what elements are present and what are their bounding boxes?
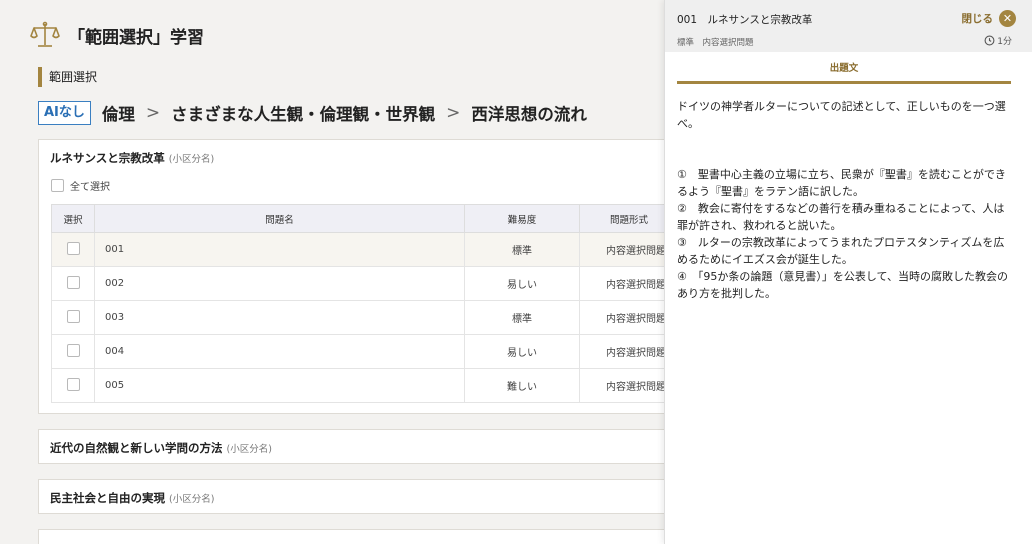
breadcrumb-item-topic: 西洋思想の流れ (471, 105, 587, 124)
question-name: 002 (94, 266, 465, 301)
close-label: 閉じる (961, 13, 994, 25)
select-all-label: 全て選択 (70, 182, 110, 193)
section-card-democracy[interactable]: 民主社会と自由の実現 (小区分名) (38, 479, 678, 514)
question-difficulty: 標準 (464, 232, 580, 267)
clock-icon (984, 35, 995, 46)
section-card-partial[interactable] (38, 529, 678, 544)
column-header-name: 問題名 (94, 204, 465, 233)
table-row[interactable]: 001 標準 内容選択問題 (51, 232, 679, 267)
choice-item: ③ ルターの宗教改革によってうまれたプロテスタンティズムを広めるためにイエズス会… (677, 236, 1005, 266)
time-value: 1分 (997, 37, 1012, 47)
time-estimate: 1分 (984, 34, 1012, 47)
row-checkbox[interactable] (66, 275, 80, 289)
question-difficulty: 難しい (464, 368, 580, 403)
question-name: 004 (94, 334, 465, 369)
choice-item: ④ 「95か条の論題（意見書）」を公表して、当時の腐敗した教会のあり方を批判した… (677, 270, 1008, 300)
ai-badge: AIなし (38, 101, 91, 125)
table-row[interactable]: 002 易しい 内容選択問題 (51, 266, 679, 301)
section-subtitle: (小区分名) (169, 494, 215, 505)
question-table: 選択 問題名 難易度 問題形式 001 標準 内容選択問題 002 易しい 内容… (51, 204, 679, 403)
row-checkbox[interactable] (66, 343, 80, 357)
chevron-right-icon: > (446, 103, 461, 123)
section-card-modern-nature[interactable]: 近代の自然観と新しい学問の方法 (小区分名) (38, 429, 678, 464)
question-difficulty: 易しい (464, 266, 580, 301)
section-title-text: ルネサンスと宗教改革 (50, 151, 165, 165)
breadcrumb: AIなし 倫理 > さまざまな人生観・倫理観・世界観 > 西洋思想の流れ (38, 99, 587, 127)
question-text: ドイツの神学者ルターについての記述として、正しいものを一つ選べ。 (677, 100, 1006, 130)
panel-question-meta: 標準 内容選択問題 (677, 38, 754, 48)
question-name: 003 (94, 300, 465, 335)
table-header-row: 選択 問題名 難易度 問題形式 (51, 204, 679, 233)
table-row[interactable]: 003 標準 内容選択問題 (51, 300, 679, 335)
breadcrumb-item-unit[interactable]: さまざまな人生観・倫理観・世界観 (171, 101, 435, 125)
tab-question-text[interactable]: 出題文 (677, 60, 1011, 84)
column-header-select: 選択 (51, 204, 95, 233)
close-icon[interactable]: ✕ (999, 10, 1016, 27)
question-difficulty: 易しい (464, 334, 580, 369)
checkbox-icon (51, 179, 64, 192)
section-label: 範囲選択 (38, 67, 97, 87)
column-header-difficulty: 難易度 (464, 204, 580, 233)
section-title-text: 民主社会と自由の実現 (50, 491, 165, 505)
panel-question-title: 001 ルネサンスと宗教改革 (677, 14, 813, 26)
section-title: 民主社会と自由の実現 (小区分名) (50, 490, 214, 506)
section-title: 近代の自然観と新しい学問の方法 (小区分名) (50, 440, 272, 456)
row-checkbox[interactable] (66, 377, 80, 391)
close-button[interactable]: 閉じる ✕ (961, 10, 1016, 27)
scales-icon (30, 21, 60, 47)
question-name: 005 (94, 368, 465, 403)
app-header: 「範囲選択」学習 (30, 20, 204, 50)
question-body: ドイツの神学者ルターについての記述として、正しいものを一つ選べ。 ① 聖書中心主… (677, 98, 1013, 302)
section-card-renaissance: ルネサンスと宗教改革 (小区分名) 全て選択 選択 問題名 難易度 問題形式 00… (38, 139, 679, 414)
row-checkbox[interactable] (66, 241, 80, 255)
breadcrumb-item-subject[interactable]: 倫理 (102, 101, 135, 125)
question-name: 001 (94, 232, 465, 267)
table-row[interactable]: 004 易しい 内容選択問題 (51, 334, 679, 369)
section-title-text: 近代の自然観と新しい学問の方法 (50, 441, 223, 455)
section-subtitle: (小区分名) (226, 444, 272, 455)
section-subtitle: (小区分名) (168, 154, 215, 165)
table-row[interactable]: 005 難しい 内容選択問題 (51, 368, 679, 403)
row-checkbox[interactable] (66, 309, 80, 323)
choice-item: ② 教会に寄付をするなどの善行を積み重ねることによって、人は罪が許され、救われる… (677, 202, 1005, 232)
question-preview-panel: 001 ルネサンスと宗教改革 標準 内容選択問題 閉じる ✕ 1分 出題文 ドイ… (664, 0, 1032, 544)
section-title[interactable]: ルネサンスと宗教改革 (小区分名) (50, 150, 214, 166)
panel-header: 001 ルネサンスと宗教改革 標準 内容選択問題 閉じる ✕ 1分 (665, 0, 1032, 52)
select-all-checkbox[interactable]: 全て選択 (51, 178, 110, 193)
chevron-right-icon: > (145, 103, 161, 123)
page-title: 「範囲選択」学習 (68, 27, 204, 48)
choice-item: ① 聖書中心主義の立場に立ち、民衆が『聖書』を読むことができるよう『聖書』をラテ… (677, 168, 1006, 198)
question-difficulty: 標準 (464, 300, 580, 335)
